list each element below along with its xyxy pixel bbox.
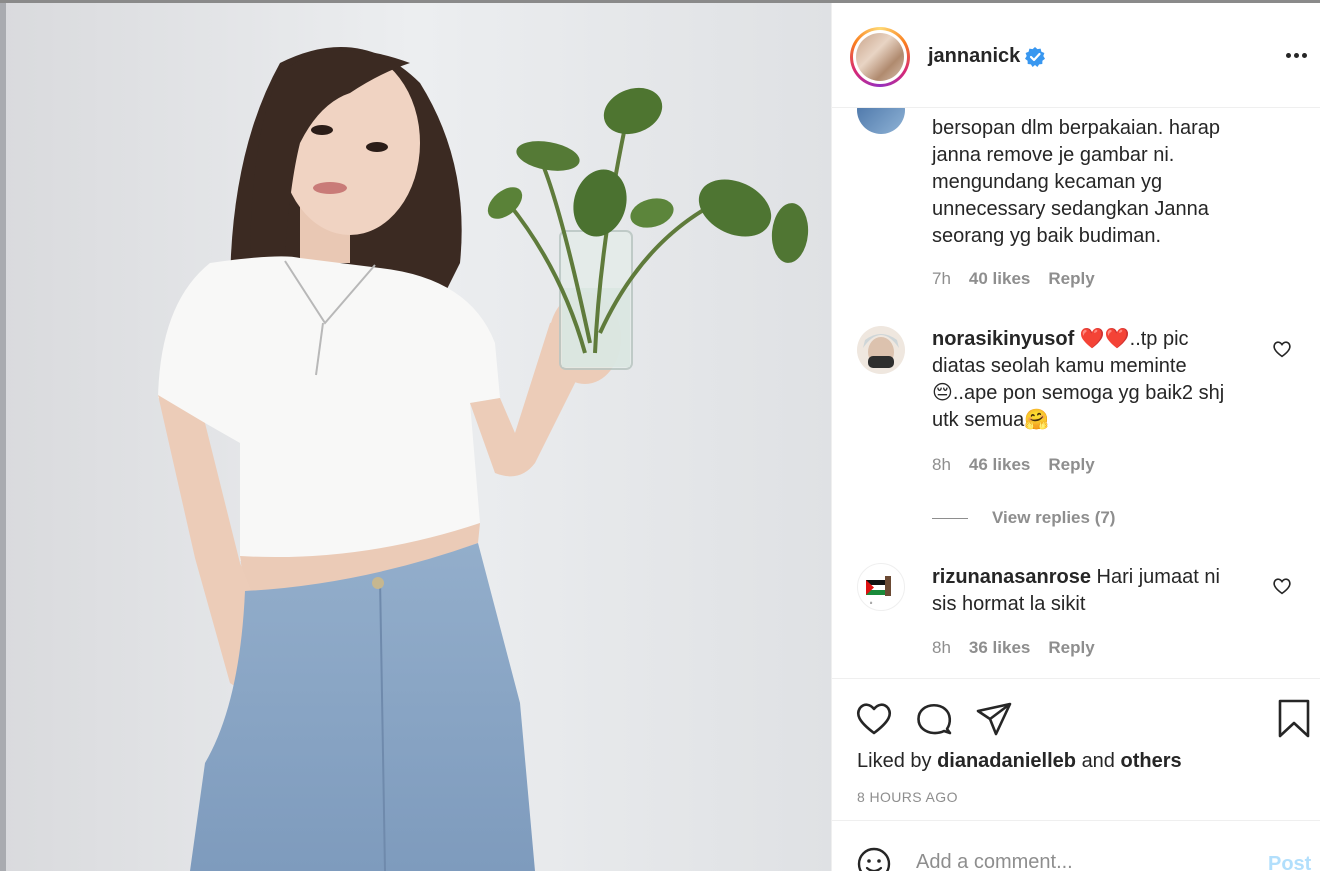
comment-meta: 8h 46 likes Reply (932, 455, 1095, 475)
comment-time[interactable]: 8h (932, 455, 951, 475)
comments-list[interactable]: bersopan dlm berpakaian. harap janna rem… (832, 108, 1320, 678)
comment-meta: 7h 40 likes Reply (932, 269, 1095, 289)
liked-by-text: Liked by dianadanielleb and others (857, 750, 1182, 772)
bookmark-icon[interactable] (1274, 699, 1314, 739)
comment-username[interactable]: norasikinyusof (932, 328, 1074, 350)
comment-input[interactable] (916, 851, 1246, 871)
author-username[interactable]: jannanick (928, 45, 1020, 68)
svg-text:#: # (870, 600, 873, 605)
post-photo[interactable] (0, 3, 831, 871)
post-header: jannanick (832, 3, 1320, 108)
reply-button[interactable]: Reply (1048, 269, 1094, 289)
add-comment-bar: Post (832, 820, 1320, 871)
comment-bubble-icon[interactable] (914, 699, 954, 739)
comment-likes[interactable]: 36 likes (969, 638, 1030, 658)
heart-icon[interactable] (854, 699, 894, 739)
post-comment-button[interactable]: Post (1268, 853, 1311, 871)
comment-avatar[interactable]: # (857, 563, 905, 611)
comment-avatar[interactable] (857, 326, 905, 374)
comment-text: rizunanasanrose Hari jumaat ni sis horma… (932, 566, 1220, 615)
post-details-panel: jannanick bersopan dlm berpakaian. harap… (831, 3, 1320, 871)
comment-time[interactable]: 7h (932, 269, 951, 289)
smiley-icon[interactable] (857, 847, 891, 871)
comment-likes[interactable]: 40 likes (969, 269, 1030, 289)
comment-time[interactable]: 8h (932, 638, 951, 658)
heart-emoji: ❤️❤️ (1079, 328, 1130, 350)
view-replies-button[interactable]: View replies (7) (932, 508, 1115, 528)
hugging-emoji: 🤗 (1024, 409, 1050, 431)
like-comment-heart-icon[interactable] (1272, 340, 1292, 358)
reply-button[interactable]: Reply (1048, 455, 1094, 475)
comment-text: norasikinyusof ❤️❤️..tp pic diatas seola… (932, 328, 1225, 431)
reply-button[interactable]: Reply (1048, 638, 1094, 658)
liked-by-user[interactable]: dianadanielleb (937, 750, 1076, 772)
comment-avatar[interactable] (857, 108, 905, 134)
paper-plane-icon[interactable] (974, 699, 1014, 739)
comment-username[interactable]: rizunanasanrose (932, 566, 1091, 588)
comment-meta: 8h 36 likes Reply (932, 638, 1095, 658)
more-options-icon[interactable] (1286, 53, 1308, 61)
comment-text: bersopan dlm berpakaian. harap janna rem… (932, 117, 1220, 247)
like-comment-heart-icon[interactable] (1272, 577, 1292, 595)
verified-badge-icon (1025, 47, 1045, 67)
post-actions: Liked by dianadanielleb and others 8 HOU… (832, 678, 1320, 818)
liked-by-others[interactable]: others (1121, 750, 1182, 772)
pensive-emoji: 😔 (932, 382, 953, 404)
post-timestamp[interactable]: 8 HOURS AGO (857, 789, 958, 805)
author-avatar[interactable] (850, 27, 910, 87)
comment-likes[interactable]: 46 likes (969, 455, 1030, 475)
